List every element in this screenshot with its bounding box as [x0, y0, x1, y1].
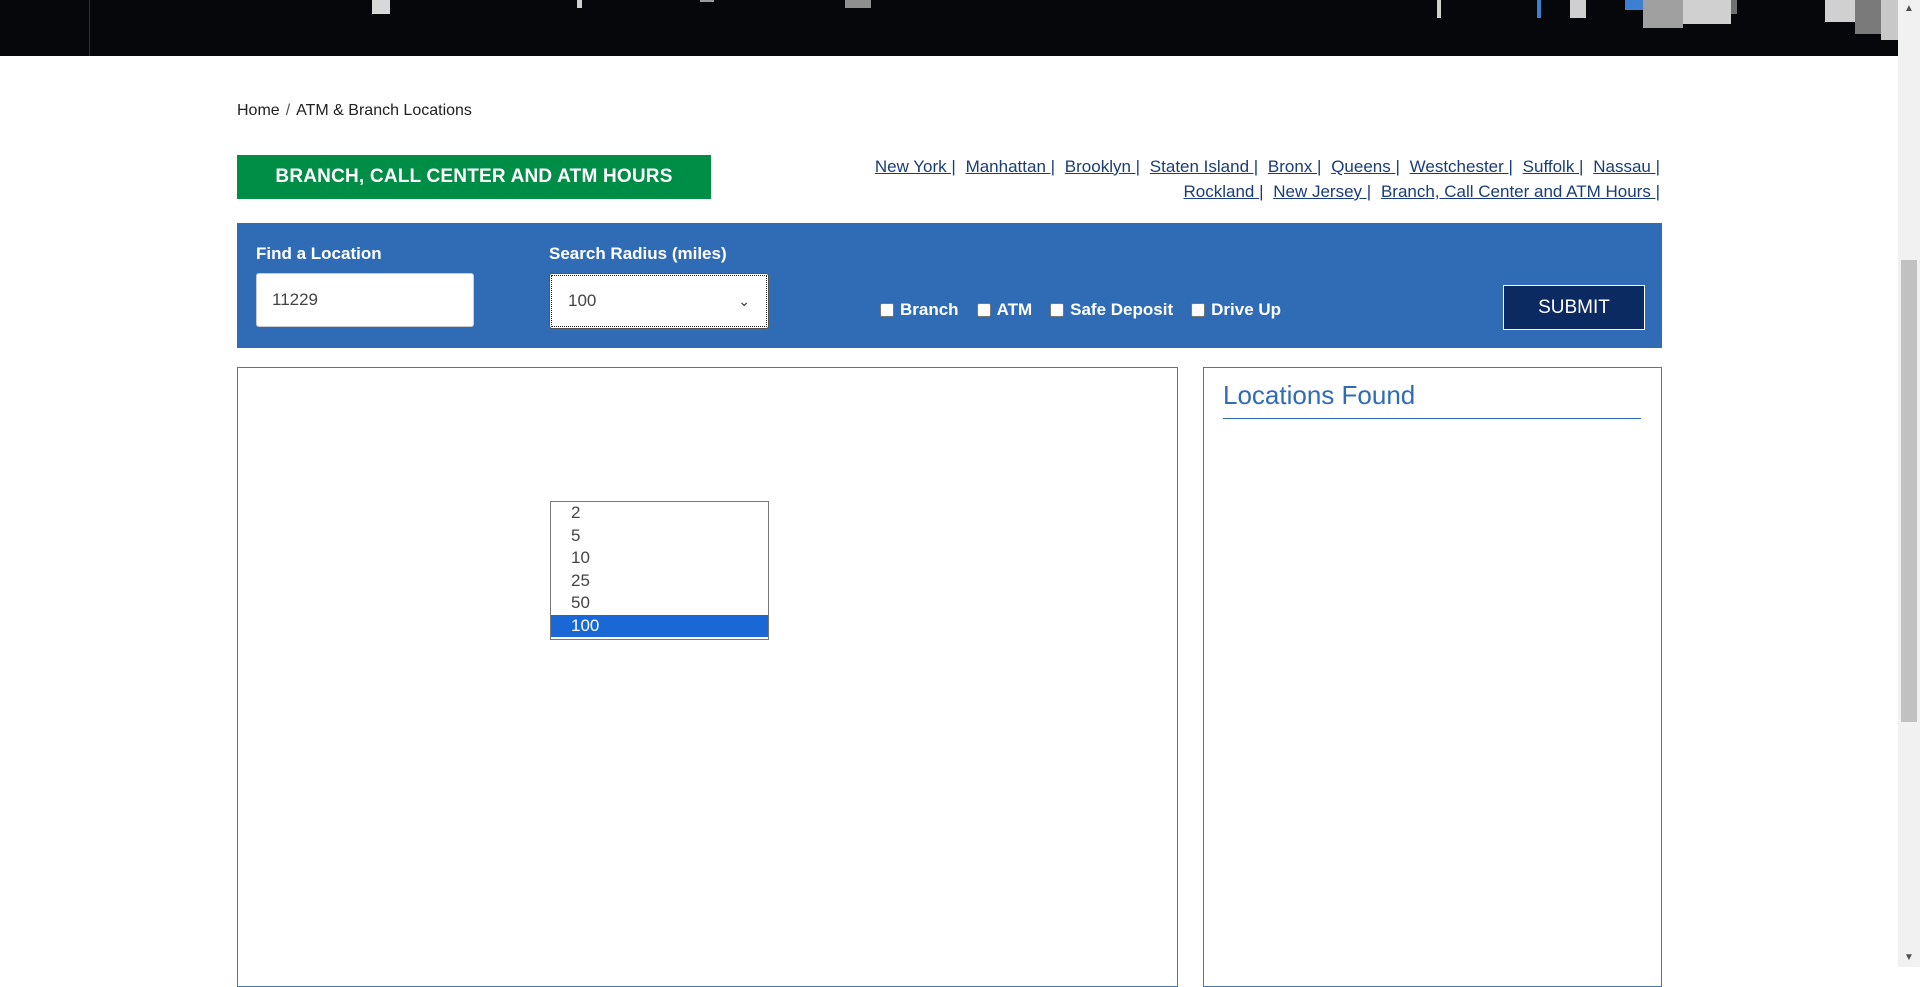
breadcrumb-home-link[interactable]: Home [237, 102, 280, 119]
region-link-staten-island[interactable]: Staten Island | [1150, 157, 1258, 176]
page-scrollbar[interactable]: ▲ ▼ [1898, 0, 1920, 967]
scroll-down-arrow-icon[interactable]: ▼ [1898, 949, 1920, 967]
search-panel: Find a Location Search Radius (miles) 10… [237, 223, 1662, 348]
radius-option[interactable]: 25 [551, 570, 768, 593]
skyline-block [1437, 0, 1441, 18]
scroll-up-arrow-icon[interactable]: ▲ [1898, 0, 1920, 18]
skyline-block [1570, 0, 1586, 18]
skyline-block [577, 0, 582, 8]
branch-hours-button[interactable]: BRANCH, CALL CENTER AND ATM HOURS [237, 155, 711, 199]
search-radius-select[interactable]: 100 ⌄ [549, 273, 769, 329]
region-link-brooklyn[interactable]: Brooklyn | [1065, 157, 1140, 176]
banner-divider [89, 0, 90, 56]
atm-checkbox[interactable] [976, 303, 991, 317]
radius-dropdown-list[interactable]: 2 5 10 25 50 100 [550, 501, 769, 640]
results-panel: Locations Found [1203, 367, 1662, 987]
submit-button[interactable]: SUBMIT [1503, 285, 1645, 330]
skyline-block [1643, 0, 1683, 28]
breadcrumb-separator: / [285, 102, 291, 119]
region-link-queens[interactable]: Queens | [1331, 157, 1400, 176]
location-input[interactable] [256, 273, 474, 327]
skyline-block [1537, 0, 1541, 18]
scrollbar-thumb[interactable] [1901, 260, 1917, 722]
map-panel[interactable] [237, 367, 1178, 987]
breadcrumb-current: ATM & Branch Locations [296, 102, 472, 119]
skyline-block [1855, 0, 1881, 34]
filter-label: Drive Up [1211, 300, 1282, 319]
region-link-manhattan[interactable]: Manhattan | [966, 157, 1055, 176]
search-radius-label: Search Radius (miles) [549, 244, 727, 263]
skyline-block [845, 0, 871, 8]
skyline-block [1625, 0, 1643, 10]
filter-checkboxes: Branch ATM Safe Deposit Drive Up [880, 300, 1281, 320]
breadcrumb: Home / ATM & Branch Locations [237, 102, 472, 120]
skyline-block [1825, 0, 1855, 22]
radius-option[interactable]: 5 [551, 525, 768, 548]
region-link-rockland[interactable]: Rockland | [1184, 182, 1264, 201]
drive-up-checkbox[interactable] [1191, 303, 1206, 317]
filter-safe-deposit[interactable]: Safe Deposit [1050, 300, 1173, 320]
region-link-suffolk[interactable]: Suffolk | [1523, 157, 1584, 176]
skyline-block [1881, 0, 1898, 40]
locations-found-heading: Locations Found [1223, 380, 1641, 419]
region-link-hours[interactable]: Branch, Call Center and ATM Hours | [1381, 182, 1660, 201]
radius-option[interactable]: 2 [551, 502, 768, 525]
filter-label: Safe Deposit [1070, 300, 1174, 319]
branch-checkbox[interactable] [880, 303, 894, 317]
skyline-block [700, 0, 714, 2]
region-link-new-jersey[interactable]: New Jersey | [1273, 182, 1371, 201]
hero-banner [0, 0, 1898, 56]
safe-deposit-checkbox[interactable] [1050, 303, 1065, 317]
filter-branch[interactable]: Branch [880, 300, 959, 320]
region-link-nassau[interactable]: Nassau | [1593, 157, 1660, 176]
region-links: New York | Manhattan | Brooklyn | Staten… [800, 154, 1660, 204]
region-link-new-york[interactable]: New York | [875, 157, 956, 176]
chevron-down-icon: ⌄ [738, 292, 750, 309]
skyline-block [1731, 0, 1737, 14]
region-link-westchester[interactable]: Westchester | [1410, 157, 1513, 176]
filter-drive-up[interactable]: Drive Up [1191, 300, 1281, 320]
find-location-label: Find a Location [256, 244, 382, 263]
filter-label: Branch [900, 300, 959, 319]
filter-label: ATM [996, 300, 1033, 319]
region-link-bronx[interactable]: Bronx | [1268, 157, 1322, 176]
radius-option-selected[interactable]: 100 [551, 614, 768, 637]
radius-option[interactable]: 10 [551, 547, 768, 570]
skyline-block [1683, 0, 1731, 24]
skyline-block [372, 0, 390, 14]
radius-option[interactable]: 50 [551, 592, 768, 615]
filter-atm[interactable]: ATM [976, 300, 1033, 320]
radius-selected-value: 100 [568, 291, 597, 310]
